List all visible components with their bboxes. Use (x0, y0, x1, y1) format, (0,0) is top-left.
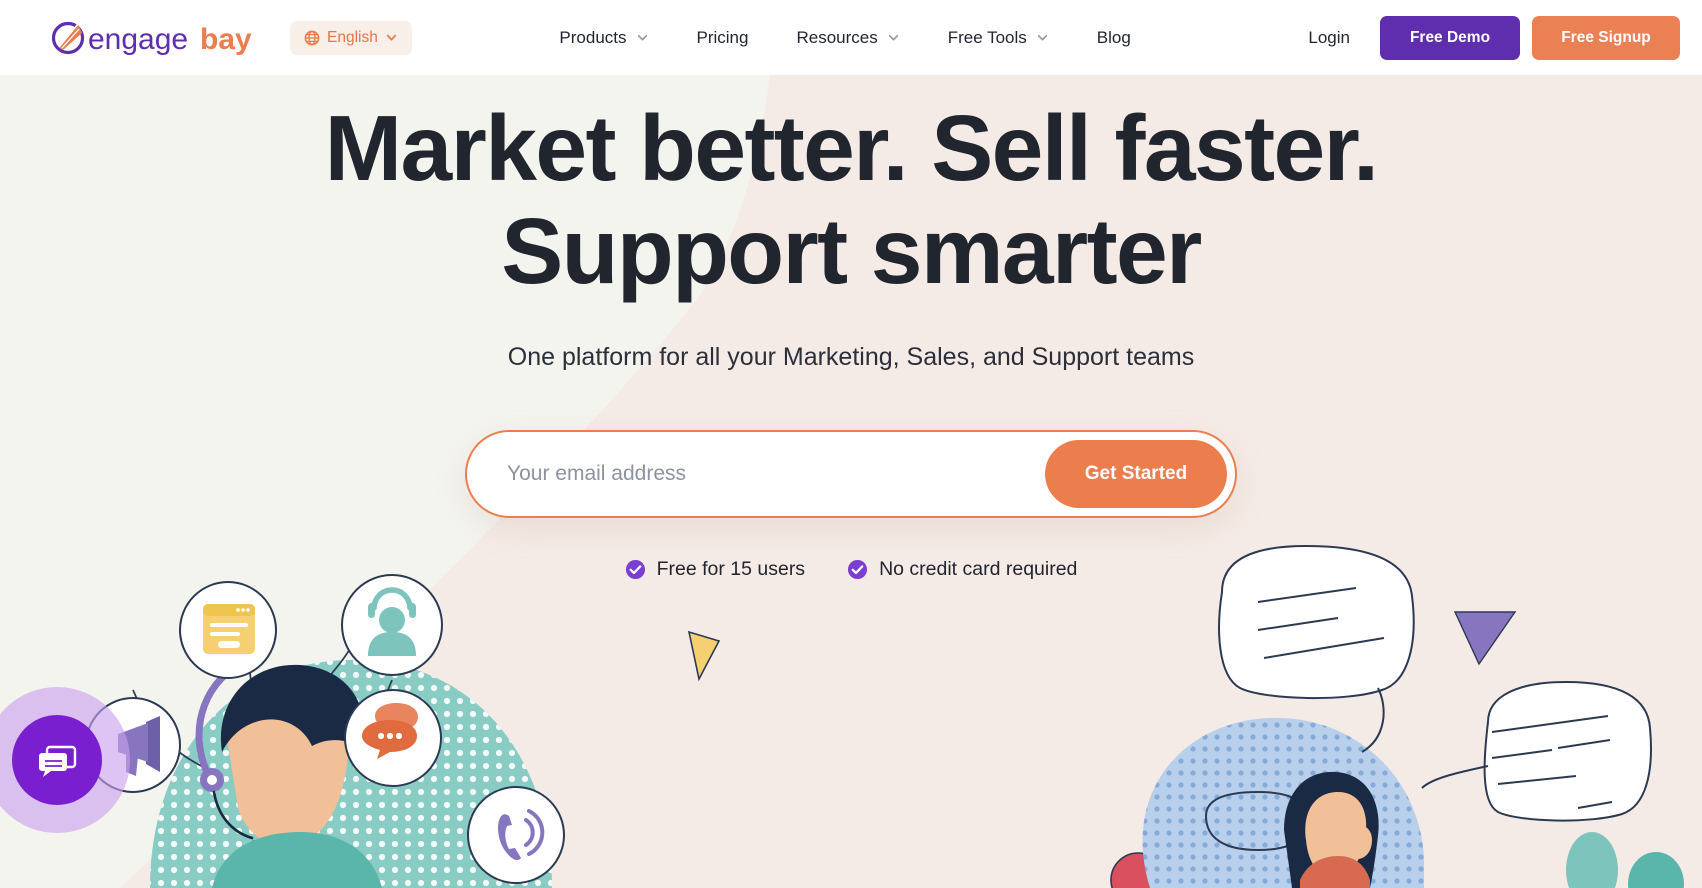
nav-item-resources[interactable]: Resources (772, 28, 923, 48)
headline-line-2: Support smarter (501, 199, 1202, 304)
badge-free-for-15-users: Free for 15 users (625, 558, 805, 581)
email-signup-form: Get Started (465, 430, 1237, 519)
chevron-down-icon (637, 34, 647, 41)
illustration-artwork (85, 544, 1684, 888)
nav-label: Products (559, 27, 627, 47)
engagebay-logo[interactable]: engage bay (48, 17, 276, 59)
email-input[interactable] (507, 444, 1045, 505)
svg-text:engage: engage (88, 23, 188, 56)
get-started-button[interactable]: Get Started (1045, 440, 1227, 509)
badge-label: No credit card required (879, 558, 1078, 581)
purple-triangle-shape (1453, 611, 1517, 666)
nav-label: Free Tools (947, 27, 1027, 47)
icon-bubble-phone (467, 786, 565, 884)
check-circle-icon (625, 560, 645, 580)
nav-actions: Login Free Demo Free Signup (1278, 15, 1680, 60)
language-label: English (327, 28, 378, 46)
icon-bubble-support-agent (341, 574, 443, 676)
icon-bubble-chat (344, 689, 442, 787)
page-title: Market better. Sell faster. Support smar… (0, 75, 1702, 303)
icon-bubble-form (179, 581, 277, 679)
free-signup-button[interactable]: Free Signup (1532, 15, 1680, 60)
engagebay-logo-icon: engage bay (51, 21, 252, 56)
main-menu: Products Pricing Resources Free Tools Bl… (412, 28, 1279, 48)
chevron-down-icon (1037, 34, 1047, 41)
plant-right (1628, 852, 1684, 888)
plant-left (1566, 832, 1618, 888)
speech-bubble-right (1483, 680, 1652, 822)
headline-line-1: Market better. Sell faster. (324, 96, 1379, 200)
free-demo-button[interactable]: Free Demo (1380, 15, 1520, 60)
yellow-triangle-shape (687, 630, 721, 682)
login-link[interactable]: Login (1278, 28, 1380, 48)
top-navigation-bar: engage bay English Products Pricing Reso… (0, 0, 1702, 75)
login-label: Login (1308, 27, 1350, 47)
badge-no-credit-card: No credit card required (847, 558, 1077, 581)
hero-section: Market better. Sell faster. Support smar… (0, 75, 1702, 581)
chevron-down-icon (386, 34, 397, 41)
trust-badges: Free for 15 users No credit card require… (0, 558, 1702, 581)
hero-subtitle: One platform for all your Marketing, Sal… (507, 343, 1195, 372)
conversation-illustration (1142, 544, 1684, 888)
nav-item-blog[interactable]: Blog (1073, 28, 1155, 48)
signup-form-wrapper: Get Started (0, 430, 1702, 519)
globe-icon (304, 30, 320, 45)
nav-item-free-tools[interactable]: Free Tools (924, 28, 1073, 48)
nav-item-products[interactable]: Products (535, 28, 672, 48)
language-selector[interactable]: English (290, 20, 412, 55)
svg-text:bay: bay (200, 23, 252, 56)
nav-label: Pricing (696, 27, 749, 47)
chat-widget-button[interactable] (0, 687, 130, 833)
badge-label: Free for 15 users (656, 558, 806, 581)
nav-item-pricing[interactable]: Pricing (673, 28, 773, 48)
nav-label: Blog (1096, 27, 1131, 47)
nav-label: Resources (796, 27, 878, 47)
chat-widget-circle (12, 715, 102, 805)
chevron-down-icon (888, 34, 898, 41)
hero-illustration (0, 540, 1702, 888)
check-circle-icon (848, 560, 868, 580)
brand-area: engage bay English (48, 17, 412, 59)
chat-bubble-icon (39, 745, 77, 777)
